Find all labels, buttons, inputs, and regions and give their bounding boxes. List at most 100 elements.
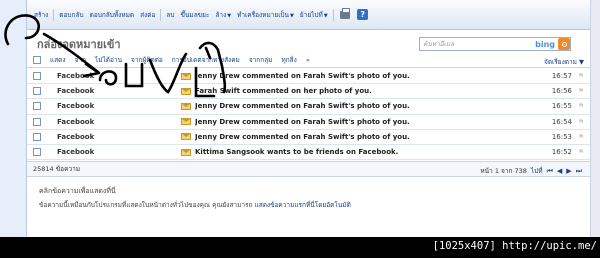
table-row[interactable]: Facebook Jenny Drew commented on Farah S…	[27, 130, 590, 145]
message-time: 16:54	[551, 117, 572, 126]
message-list: Facebook Jenny Drew commented on Farah S…	[27, 69, 590, 161]
flag-icon[interactable]: ⚑	[572, 87, 590, 95]
message-subject[interactable]: Kittima Sangsook wants to be friends on …	[195, 148, 532, 156]
table-row[interactable]: Facebook Jenny Drew commented on Farah S…	[27, 115, 590, 130]
table-row[interactable]: Facebook Kittima Sangsook wants to be fr…	[27, 145, 590, 161]
message-sender: Facebook	[57, 117, 95, 126]
flag-icon[interactable]: ⚑	[572, 133, 590, 141]
table-row[interactable]: Facebook Jenny Drew commented on Farah S…	[27, 99, 590, 115]
preview-note: ข้อความนี้เหมือนกับโปรแกรมที่แสดงในหน้าต…	[39, 200, 351, 210]
table-row[interactable]: Facebook Farah Swift commented on her ph…	[27, 84, 590, 100]
message-subject[interactable]: Jenny Drew commented on Farah Swift's ph…	[195, 118, 532, 126]
message-subject[interactable]: Jenny Drew commented on Farah Swift's ph…	[195, 72, 532, 80]
chevron-down-icon: ▼	[290, 12, 294, 19]
message-sender: Facebook	[57, 102, 95, 111]
mark-as-button[interactable]: ทำเครื่องหมายเป็น▼	[234, 10, 297, 20]
message-time: 16:56	[551, 87, 572, 96]
mark-as-label: ทำเครื่องหมายเป็น	[237, 10, 290, 19]
title-bar: กล่องจดหมายเข้า ค้นหาอีเมล bing	[27, 31, 590, 53]
chevron-down-icon: ▼	[227, 12, 232, 19]
envelope-icon	[181, 87, 191, 95]
flag-icon[interactable]: ⚑	[572, 118, 590, 126]
message-subject[interactable]: Jenny Drew commented on Farah Swift's ph…	[195, 102, 532, 110]
pager: หน้า 1 จาก 738 ไปที่ ⏮ ◀ ▶ ⏭	[480, 166, 582, 176]
message-count: 25814 ข้อความ	[33, 165, 81, 173]
auto-show-link[interactable]: แสดงข้อความแรกที่นี่โดยอัตโนมัติ	[255, 201, 351, 209]
row-checkbox[interactable]	[33, 87, 41, 96]
reply-button[interactable]: ตอบกลับ	[56, 10, 86, 20]
filter-show-label: แสดง	[50, 56, 66, 64]
sort-label: จัดเรียงตาม	[544, 58, 577, 66]
message-sender: Facebook	[57, 87, 95, 96]
toolbar-divider	[332, 8, 334, 21]
filter-from[interactable]: จาก	[75, 55, 86, 65]
filter-everything[interactable]: ทุกสิ่ง	[281, 55, 296, 65]
row-checkbox[interactable]	[33, 148, 41, 157]
last-page-icon[interactable]: ⏭	[576, 167, 582, 176]
move-to-label: ย้ายไปที่	[299, 10, 323, 19]
move-to-button[interactable]: ย้ายไปที่▼	[297, 10, 331, 20]
envelope-icon	[181, 148, 191, 156]
filter-bar: แสดง จาก ไม่ได้อ่าน จากผู้ติดต่อ การอัปเ…	[27, 53, 590, 68]
reply-all-button[interactable]: ตอบกลับทั้งหมด	[87, 10, 138, 20]
envelope-icon	[181, 133, 191, 141]
row-checkbox[interactable]	[33, 117, 41, 126]
toolbar-divider	[53, 8, 55, 21]
preview-hint: คลิกข้อความเพื่อแสดงที่นี่	[39, 187, 116, 195]
filter-social-updates[interactable]: การอัปเดตจากทางสังคม	[172, 55, 240, 65]
flag-icon[interactable]: ⚑	[572, 148, 590, 156]
search-placeholder: ค้นหาอีเมล	[423, 40, 455, 48]
reading-pane: คลิกข้อความเพื่อแสดงที่นี่ ข้อความนี้เหม…	[27, 180, 590, 237]
sweep-button[interactable]: ล้าง▼	[212, 10, 234, 20]
message-subject[interactable]: Jenny Drew commented on Farah Swift's ph…	[195, 133, 532, 141]
message-sender: Facebook	[57, 132, 95, 141]
chevron-down-icon: ▼	[323, 12, 328, 19]
filter-contacts[interactable]: จากผู้ติดต่อ	[131, 55, 163, 65]
flag-icon[interactable]: ⚑	[572, 102, 590, 110]
toolbar: สร้าง ตอบกลับ ตอบกลับทั้งหมด ส่งต่อ ลบ ข…	[27, 0, 590, 30]
next-page-icon[interactable]: ▶	[566, 167, 571, 175]
vertical-scrollbar[interactable]	[590, 0, 600, 237]
new-button[interactable]: สร้าง	[31, 10, 51, 20]
message-time: 16:53	[551, 132, 572, 141]
mail-window: สร้าง ตอบกลับ ตอบกลับทั้งหมด ส่งต่อ ลบ ข…	[0, 0, 600, 237]
message-subject[interactable]: Farah Swift commented on her photo of yo…	[195, 87, 532, 95]
filter-groups[interactable]: จากกลุ่ม	[249, 55, 273, 65]
page-title: กล่องจดหมายเข้า	[37, 38, 121, 51]
first-page-icon[interactable]: ⏮	[547, 167, 553, 176]
search-input[interactable]: ค้นหาอีเมล bing	[419, 37, 571, 51]
folder-pane	[0, 0, 27, 237]
message-pane: สร้าง ตอบกลับ ตอบกลับทั้งหมด ส่งต่อ ลบ ข…	[27, 0, 590, 237]
delete-button[interactable]: ลบ	[163, 10, 177, 20]
junk-button[interactable]: ขึ้นมลขยะ	[178, 10, 213, 20]
help-icon[interactable]: ?	[357, 9, 369, 21]
search-icon[interactable]	[558, 38, 570, 50]
image-caption: [1025x407] http://upic.me/	[432, 240, 597, 252]
message-time: 16:52	[551, 148, 572, 157]
sweep-label: ล้าง	[215, 10, 227, 19]
preview-note-text: ข้อความนี้เหมือนกับโปรแกรมที่แสดงในหน้าต…	[39, 201, 253, 209]
filter-unread[interactable]: ไม่ได้อ่าน	[95, 55, 122, 65]
go-to-page-link[interactable]: ไปที่	[531, 166, 543, 176]
printer-icon[interactable]	[339, 7, 351, 21]
row-checkbox[interactable]	[33, 102, 41, 111]
message-time: 16:55	[551, 102, 572, 111]
flag-icon[interactable]: ⚑	[572, 72, 590, 80]
envelope-icon	[181, 118, 191, 126]
toolbar-divider	[160, 8, 162, 21]
sort-button[interactable]: จัดเรียงตาม ▼	[544, 57, 584, 67]
row-checkbox[interactable]	[33, 132, 41, 141]
row-checkbox[interactable]	[33, 72, 41, 81]
collapse-filters-icon[interactable]: «	[306, 56, 310, 64]
status-bar: 25814 ข้อความ หน้า 1 จาก 738 ไปที่ ⏮ ◀ ▶…	[27, 161, 590, 177]
table-row[interactable]: Facebook Jenny Drew commented on Farah S…	[27, 69, 590, 85]
prev-page-icon[interactable]: ◀	[557, 167, 562, 175]
envelope-icon	[181, 102, 191, 110]
message-sender: Facebook	[57, 72, 95, 81]
select-all-checkbox[interactable]	[33, 56, 41, 64]
page-indicator: หน้า 1 จาก 738	[480, 167, 527, 175]
message-time: 16:57	[551, 72, 572, 81]
forward-button[interactable]: ส่งต่อ	[137, 10, 158, 20]
bing-logo: bing	[535, 39, 555, 49]
message-sender: Facebook	[57, 148, 95, 157]
